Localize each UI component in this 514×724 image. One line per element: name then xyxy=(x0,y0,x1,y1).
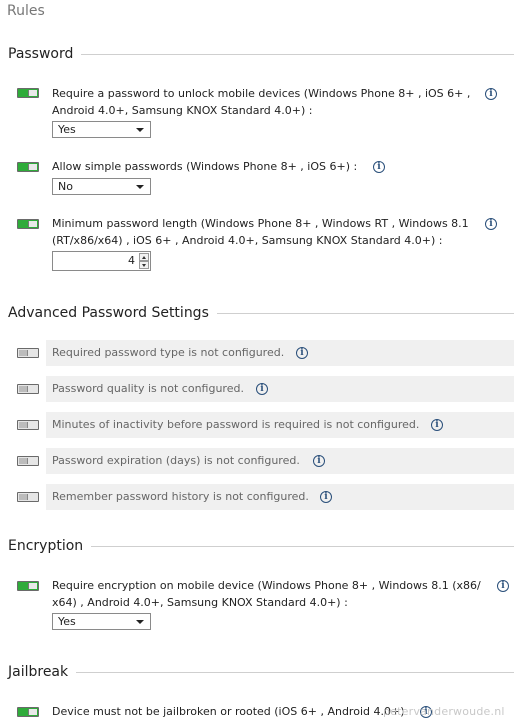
rule-password-history-row: Remember password history is not configu… xyxy=(46,484,514,510)
section-password-label: Password xyxy=(8,46,74,62)
stepper-down-button[interactable] xyxy=(139,261,149,269)
min-password-length-value: 4 xyxy=(128,254,135,267)
section-encryption-header: Encryption xyxy=(8,536,514,556)
rule-minutes-inactivity-text: Minutes of inactivity before password is… xyxy=(52,418,420,431)
section-encryption-label: Encryption xyxy=(8,538,84,554)
rule-require-password-text: Require a password to unlock mobile devi… xyxy=(52,87,471,117)
chevron-down-icon xyxy=(136,185,144,189)
rule-minutes-inactivity-toggle[interactable] xyxy=(17,420,39,430)
section-divider xyxy=(81,53,514,55)
rule-min-password-length-toggle[interactable] xyxy=(17,219,39,229)
stepper-up-button[interactable] xyxy=(139,253,149,261)
stepper-buttons xyxy=(139,253,149,269)
rule-password-expiration-text: Password expiration (days) is not config… xyxy=(52,454,300,467)
watermark: petervanderwoude.nl xyxy=(383,705,505,718)
rule-password-type-toggle[interactable] xyxy=(17,348,39,358)
rule-password-quality-toggle[interactable] xyxy=(17,384,39,394)
info-icon[interactable]: i xyxy=(497,580,509,592)
info-icon[interactable]: i xyxy=(296,347,308,359)
section-divider xyxy=(216,312,514,314)
section-divider xyxy=(91,545,514,547)
simple-passwords-select-value: No xyxy=(58,180,73,193)
simple-passwords-select[interactable]: No xyxy=(52,178,151,195)
rule-password-expiration-row: Password expiration (days) is not config… xyxy=(46,448,514,474)
rule-minutes-inactivity-row: Minutes of inactivity before password is… xyxy=(46,412,514,438)
section-jailbreak-label: Jailbreak xyxy=(8,664,69,680)
rule-require-encryption-text: Require encryption on mobile device (Win… xyxy=(52,579,481,609)
require-password-select[interactable]: Yes xyxy=(52,121,151,138)
rule-password-quality-row: Password quality is not configured. xyxy=(46,376,514,402)
section-password-header: Password xyxy=(8,44,514,64)
require-encryption-select[interactable]: Yes xyxy=(52,613,151,630)
rule-password-history-text: Remember password history is not configu… xyxy=(52,490,309,503)
section-divider xyxy=(76,671,514,673)
info-icon[interactable]: i xyxy=(485,88,497,100)
rules-title: Rules xyxy=(7,3,45,19)
rule-simple-passwords-toggle[interactable] xyxy=(17,162,39,172)
rule-password-type-row: Required password type is not configured… xyxy=(46,340,514,366)
rule-simple-passwords-text: Allow simple passwords (Windows Phone 8+… xyxy=(52,160,358,173)
rule-password-history-toggle[interactable] xyxy=(17,492,39,502)
rule-jailbreak-toggle[interactable] xyxy=(17,707,39,717)
info-icon[interactable]: i xyxy=(313,455,325,467)
section-advanced-label: Advanced Password Settings xyxy=(8,305,209,321)
rule-password-expiration-toggle[interactable] xyxy=(17,456,39,466)
rule-require-password-toggle[interactable] xyxy=(17,88,39,98)
rule-password-quality-text: Password quality is not configured. xyxy=(52,382,244,395)
info-icon[interactable]: i xyxy=(373,161,385,173)
section-jailbreak-header: Jailbreak xyxy=(8,662,514,682)
rule-require-encryption-toggle[interactable] xyxy=(17,581,39,591)
require-encryption-select-value: Yes xyxy=(58,615,76,628)
section-advanced-header: Advanced Password Settings xyxy=(8,303,514,323)
chevron-down-icon xyxy=(136,128,144,132)
info-icon[interactable]: i xyxy=(431,419,443,431)
info-icon[interactable]: i xyxy=(485,218,497,230)
min-password-length-stepper[interactable]: 4 xyxy=(52,251,151,271)
info-icon[interactable]: i xyxy=(320,491,332,503)
rule-min-password-length-text: Minimum password length (Windows Phone 8… xyxy=(52,217,469,247)
rule-password-type-text: Required password type is not configured… xyxy=(52,346,285,359)
require-password-select-value: Yes xyxy=(58,123,76,136)
chevron-down-icon xyxy=(136,620,144,624)
info-icon[interactable]: i xyxy=(256,383,268,395)
